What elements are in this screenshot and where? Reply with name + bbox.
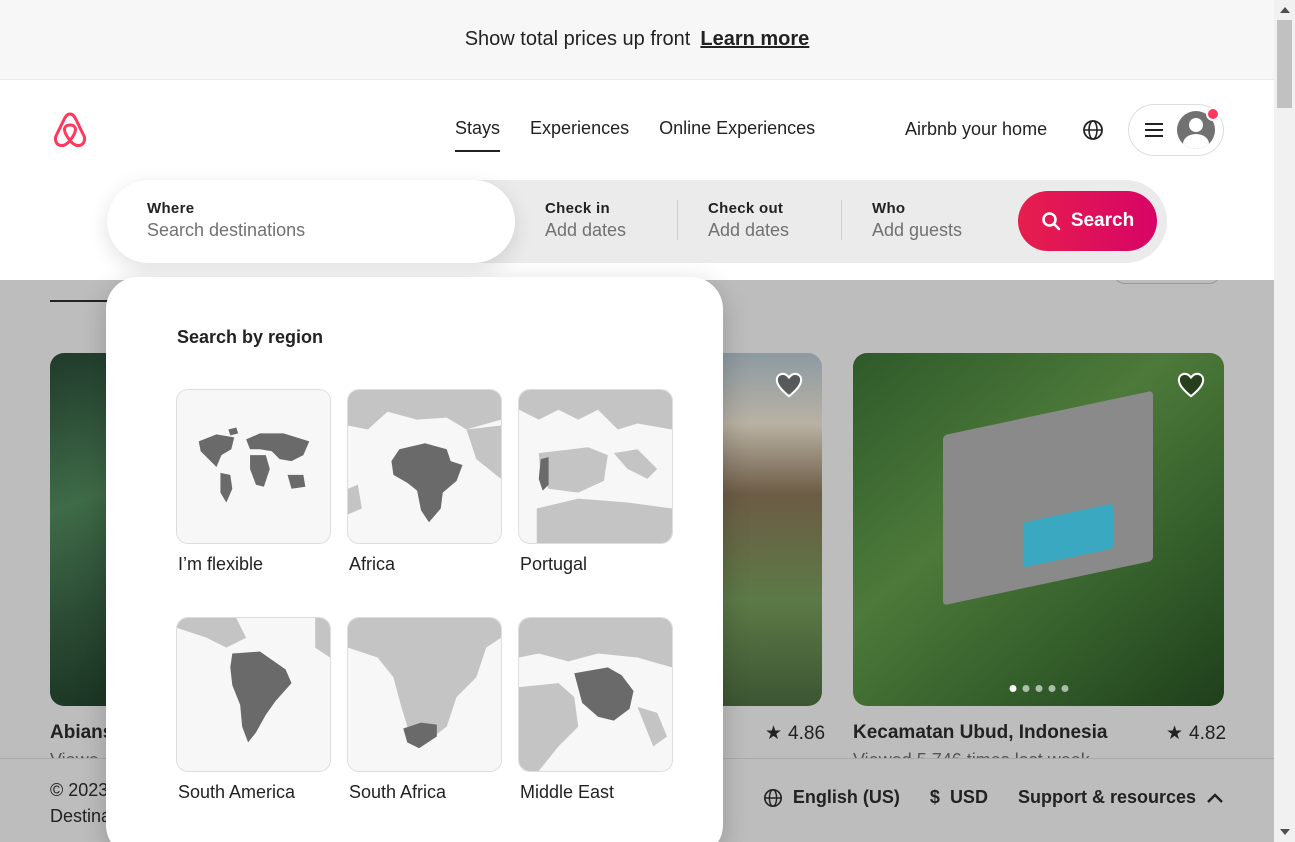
learn-more-link[interactable]: Learn more [700, 28, 809, 51]
support-label: Support & resources [1017, 787, 1196, 807]
star-icon: ★ [765, 723, 783, 744]
check-out-field[interactable]: Check out Add dates [708, 180, 838, 263]
where-field[interactable]: Where Search destinations [107, 180, 515, 263]
filters-button[interactable] [1113, 280, 1221, 284]
listing-rating: ★ 4.86 [765, 722, 825, 745]
check-in-value: Add dates [545, 220, 627, 240]
middle-east-map-icon [518, 617, 673, 772]
footer-copyright: © 2023 Destina [50, 777, 111, 829]
main-nav: Stays Experiences Online Experiences [455, 118, 815, 152]
check-out-label: Check out [708, 200, 784, 217]
who-label: Who [872, 200, 906, 217]
notification-dot [1206, 107, 1220, 121]
region-dropdown: Search by region I’m flexible Africa Por… [106, 277, 723, 842]
check-out-value: Add dates [708, 220, 790, 240]
listing-rating: ★ 4.82 [1166, 722, 1226, 745]
where-label: Where [147, 200, 195, 217]
listing-image[interactable] [853, 353, 1224, 706]
globe-icon [763, 788, 782, 807]
region-africa[interactable]: Africa [347, 389, 502, 575]
scroll-down-arrow-icon[interactable] [1280, 829, 1290, 835]
who-field[interactable]: Who Add guests [872, 180, 1002, 263]
region-flexible[interactable]: I’m flexible [176, 389, 331, 575]
currency-label: USD [949, 787, 988, 807]
scroll-thumb[interactable] [1277, 20, 1292, 108]
hamburger-icon [1145, 123, 1163, 137]
user-menu-button[interactable] [1128, 104, 1224, 156]
region-south-africa[interactable]: South Africa [347, 617, 502, 803]
currency-symbol: $ [929, 787, 940, 807]
region-name: Middle East [520, 782, 615, 802]
airbnb-logo-icon[interactable] [50, 110, 90, 150]
tab-online-experiences[interactable]: Online Experiences [659, 118, 815, 139]
search-icon [1042, 212, 1061, 231]
region-name: South Africa [349, 782, 447, 802]
language-button[interactable]: English (US) [763, 787, 900, 808]
price-banner: Show total prices up front Learn more [0, 0, 1274, 80]
listing-title[interactable]: Kecamatan Ubud, Indonesia [853, 722, 1107, 744]
dropdown-title: Search by region [177, 327, 324, 347]
who-value: Add guests [872, 220, 963, 240]
where-input[interactable]: Search destinations [147, 220, 515, 241]
footer-links: English (US) $ USD Support & resources [763, 787, 1224, 808]
region-south-america[interactable]: South America [176, 617, 331, 803]
airbnb-your-home-link[interactable]: Airbnb your home [905, 119, 1047, 140]
support-resources-button[interactable]: Support & resources [1018, 787, 1224, 808]
divider [841, 200, 842, 240]
page-scrollbar[interactable] [1274, 0, 1295, 842]
check-in-field[interactable]: Check in Add dates [545, 180, 675, 263]
tab-experiences[interactable]: Experiences [530, 118, 629, 139]
copyright-text: © 2023 [50, 780, 109, 800]
portugal-map-icon [518, 389, 673, 544]
south-america-map-icon [176, 617, 331, 772]
africa-map-icon [347, 389, 502, 544]
scroll-up-arrow-icon[interactable] [1280, 7, 1290, 13]
listing-title[interactable]: Abians [50, 722, 113, 744]
rating-value: 4.82 [1189, 722, 1227, 744]
search-bar: Where Search destinations Check in Add d… [107, 180, 1167, 263]
south-africa-map-icon [347, 617, 502, 772]
category-tab-underline [50, 300, 110, 302]
heart-icon[interactable] [1176, 371, 1206, 399]
star-icon: ★ [1166, 723, 1184, 744]
region-portugal[interactable]: Portugal [518, 389, 673, 575]
destinations-link[interactable]: Destina [50, 803, 111, 829]
villa-image-shape [943, 390, 1153, 606]
chevron-up-icon [1207, 792, 1223, 803]
region-name: Africa [349, 554, 396, 574]
region-middle-east[interactable]: Middle East [518, 617, 673, 803]
search-button-label: Search [1070, 210, 1135, 231]
language-label: English (US) [792, 787, 900, 807]
banner-text: Show total prices up front [464, 28, 691, 50]
region-name: Portugal [520, 554, 588, 574]
heart-icon[interactable] [774, 371, 804, 399]
check-in-label: Check in [545, 200, 610, 217]
tab-stays[interactable]: Stays [455, 118, 501, 152]
search-button[interactable]: Search [1018, 191, 1157, 251]
globe-icon[interactable] [1082, 119, 1104, 141]
currency-button[interactable]: $ USD [930, 787, 988, 808]
world-map-icon [176, 389, 331, 544]
region-name: South America [178, 782, 296, 802]
rating-value: 4.86 [788, 722, 826, 744]
header: Stays Experiences Online Experiences Air… [0, 80, 1274, 280]
region-name: I’m flexible [178, 554, 264, 574]
carousel-dots[interactable] [1009, 685, 1068, 692]
divider [677, 200, 678, 240]
